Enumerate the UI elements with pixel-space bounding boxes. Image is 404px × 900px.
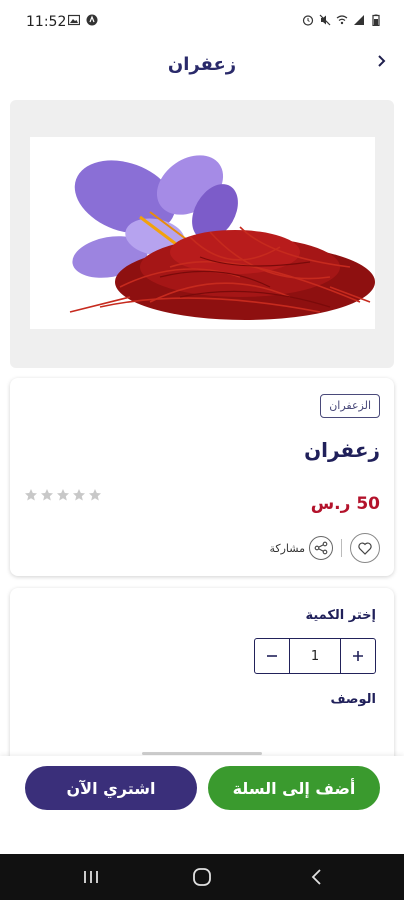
share-button[interactable]: مشاركة — [269, 536, 333, 560]
signal-icon — [354, 15, 364, 25]
wifi-icon — [336, 15, 348, 25]
product-name: زعفران — [304, 438, 380, 462]
bottom-action-bar: أضف إلى السلة اشتري الآن — [0, 756, 404, 854]
saffron-illustration — [69, 155, 375, 320]
quantity-card: إختر الكمية 1 الوصف — [10, 588, 394, 768]
star-icon — [89, 489, 101, 501]
share-icon-wrap — [309, 536, 333, 560]
system-nav-bar — [0, 854, 404, 900]
star-icon — [57, 489, 69, 501]
status-right-icons — [302, 14, 382, 26]
heart-icon — [358, 541, 372, 555]
product-price: 50 ر.س — [310, 494, 380, 514]
quantity-stepper: 1 — [254, 638, 376, 674]
favorite-button[interactable] — [350, 533, 380, 563]
rating-stars — [24, 488, 102, 502]
status-bar: 11:52 — [0, 0, 404, 46]
app-notification-icon — [86, 14, 98, 26]
star-icon — [25, 489, 37, 501]
gallery-icon — [68, 14, 80, 26]
buy-now-button[interactable]: اشتري الآن — [25, 766, 197, 810]
category-badge[interactable]: الزعفران — [320, 394, 380, 418]
description-label: الوصف — [330, 692, 376, 707]
plus-icon — [353, 651, 363, 661]
mute-icon — [319, 14, 331, 26]
star-icon — [41, 489, 53, 501]
minus-icon — [267, 655, 277, 657]
increment-button[interactable] — [341, 639, 375, 673]
recents-icon[interactable] — [80, 866, 102, 888]
product-image-card — [10, 100, 394, 368]
status-time: 11:52 — [26, 14, 67, 30]
alarm-icon — [302, 15, 314, 26]
app-header: زعفران — [0, 46, 404, 90]
share-icon — [314, 541, 328, 555]
page-title: زعفران — [167, 54, 237, 75]
product-info-card: الزعفران زعفران 50 ر.س مشاركة — [10, 378, 394, 576]
decrement-button[interactable] — [255, 639, 289, 673]
status-left-icons — [68, 14, 98, 26]
chevron-right-icon[interactable] — [374, 53, 390, 69]
actions-divider — [341, 539, 342, 557]
quantity-value[interactable]: 1 — [289, 639, 341, 673]
product-actions-row: مشاركة — [269, 533, 380, 563]
home-icon[interactable] — [191, 866, 213, 888]
add-to-cart-button[interactable]: أضف إلى السلة — [208, 766, 380, 810]
saffron-flower-image[interactable] — [30, 137, 375, 329]
scroll-indicator — [142, 752, 262, 755]
star-icon — [73, 489, 85, 501]
quantity-label: إختر الكمية — [305, 608, 376, 623]
back-icon[interactable] — [306, 866, 328, 888]
battery-icon — [372, 14, 380, 26]
share-label: مشاركة — [269, 541, 305, 555]
